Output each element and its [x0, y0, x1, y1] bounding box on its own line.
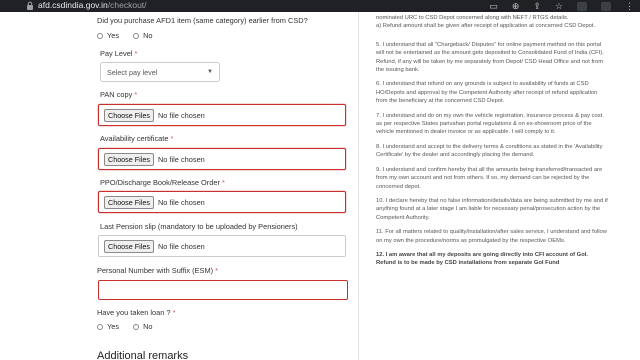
terms-item-12: 12. I am aware that all my deposits are … — [376, 251, 588, 267]
pension-label: Last Pension slip (mandatory to be uploa… — [100, 222, 298, 231]
address-bar[interactable]: afd.csdindia.gov.in/checkout/ — [38, 0, 147, 11]
browser-toolbar: afd.csdindia.gov.in/checkout/ ▭ ⊕ ⇪ ☆ ⋮ — [0, 0, 640, 12]
checkout-form: Did you purchase AFD1 item (same categor… — [0, 12, 360, 360]
screen-share-icon[interactable]: ▭ — [489, 1, 498, 12]
availability-file-input[interactable]: Choose Files No file chosen — [98, 148, 346, 170]
pension-file-input[interactable]: Choose Files No file chosen — [98, 235, 346, 257]
pan-file-status: No file chosen — [157, 110, 205, 120]
afd1-yes-radio[interactable] — [97, 32, 103, 39]
chevron-down-icon: ▼ — [207, 69, 213, 75]
extension-icon[interactable] — [577, 1, 587, 11]
availability-label: Availability certificate * — [100, 134, 174, 143]
terms-item-5: 5. I understand that all "Chargeback/ Di… — [376, 41, 604, 74]
loan-radio-group: Yes No — [97, 322, 153, 331]
ppo-file-status: No file chosen — [157, 197, 205, 207]
loan-no-label: No — [143, 322, 153, 331]
afd1-question: Did you purchase AFD1 item (same categor… — [97, 16, 308, 25]
menu-icon[interactable]: ⋮ — [625, 1, 634, 12]
pay-level-value: Select pay level — [107, 67, 158, 77]
terms-panel: nominated URC to CSD Depot concerned alo… — [376, 14, 608, 360]
terms-intro-2: a) Refund amount shall be given after re… — [376, 23, 596, 30]
pension-choose-files-button[interactable]: Choose Files — [104, 239, 154, 253]
url-host: afd.csdindia.gov.in — [38, 0, 108, 10]
share-icon[interactable]: ⇪ — [533, 1, 541, 12]
ppo-file-input[interactable]: Choose Files No file chosen — [98, 191, 346, 213]
loan-yes-radio[interactable] — [97, 323, 103, 330]
pan-choose-files-button[interactable]: Choose Files — [104, 108, 154, 122]
loan-yes-label: Yes — [107, 322, 120, 331]
terms-item-8: 8. I understand and accept to the delive… — [376, 143, 603, 159]
lock-icon — [27, 1, 33, 10]
terms-item-9: 9. I understand and confirm hereby that … — [376, 166, 603, 190]
afd1-no-label: No — [143, 31, 153, 40]
pay-level-select[interactable]: Select pay level ▼ — [100, 62, 220, 82]
terms-intro-1: nominated URC to CSD Depot concerned alo… — [376, 15, 569, 21]
terms-item-10: 10. I declare hereby that no false infor… — [376, 197, 608, 221]
loan-label: Have you taken loan ? * — [97, 308, 176, 317]
terms-item-11: 11. For all matters related to quality/i… — [376, 229, 607, 244]
pay-level-label: Pay Level * — [100, 49, 138, 58]
ppo-choose-files-button[interactable]: Choose Files — [104, 195, 154, 209]
pan-file-input[interactable]: Choose Files No file chosen — [98, 104, 346, 126]
zoom-icon[interactable]: ⊕ — [512, 1, 520, 12]
extension-icon-2[interactable] — [601, 1, 611, 11]
additional-remarks-heading: Additional remarks — [97, 350, 189, 360]
bookmark-star-icon[interactable]: ☆ — [555, 1, 563, 12]
pno-input[interactable] — [98, 280, 348, 300]
afd1-radio-group: Yes No — [97, 31, 153, 40]
availability-choose-files-button[interactable]: Choose Files — [104, 152, 154, 166]
pno-label: Personal Number with Suffix (ESM) * — [97, 266, 219, 275]
afd1-no-radio[interactable] — [133, 32, 140, 39]
terms-item-6: 6. I understand that refund on any groun… — [376, 81, 598, 105]
afd1-yes-label: Yes — [107, 31, 120, 40]
url-path: /checkout/ — [107, 0, 147, 10]
terms-item-7: 7. I understand and do on my own the veh… — [376, 112, 603, 136]
ppo-label: PPO/Discharge Book/Release Order * — [100, 178, 225, 187]
pan-label: PAN copy * — [100, 90, 138, 99]
availability-file-status: No file chosen — [157, 154, 205, 164]
loan-no-radio[interactable] — [133, 323, 140, 330]
pension-file-status: No file chosen — [157, 241, 205, 251]
column-divider — [358, 12, 359, 360]
